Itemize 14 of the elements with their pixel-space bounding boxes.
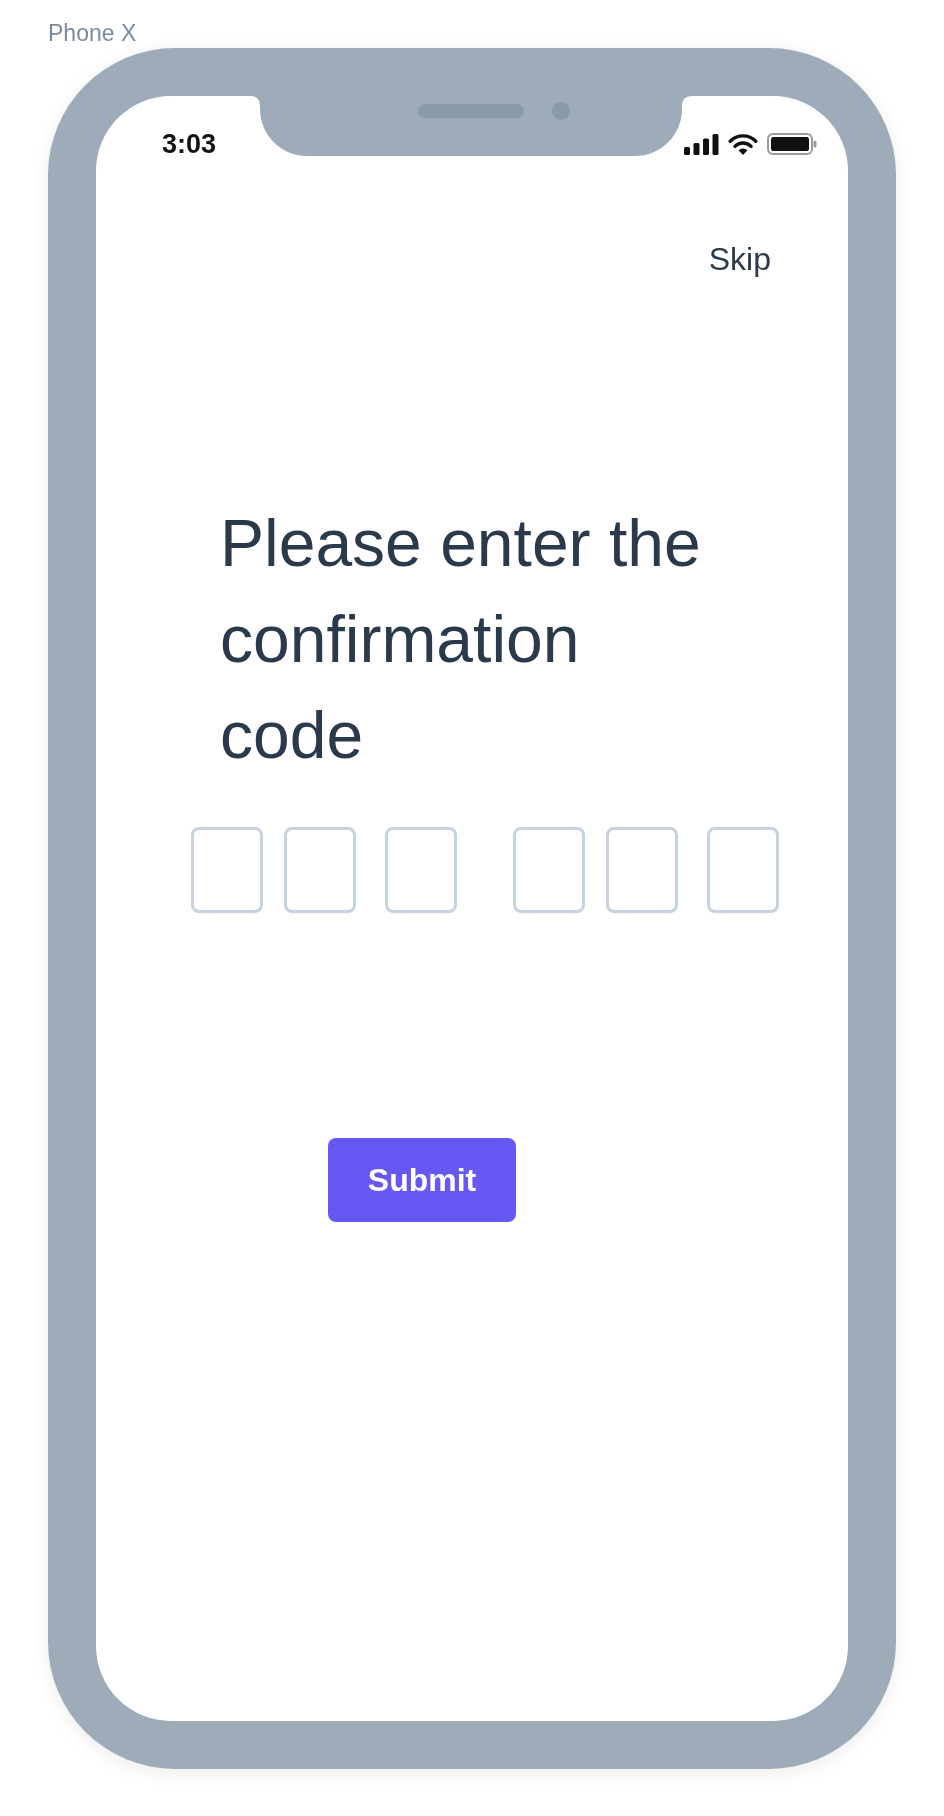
submit-button[interactable]: Submit xyxy=(328,1138,516,1222)
signal-icon xyxy=(684,133,719,155)
code-digit-field[interactable] xyxy=(284,827,356,913)
status-time: 3:03 xyxy=(162,130,217,158)
code-digit-field[interactable] xyxy=(606,827,678,913)
code-digit-field[interactable] xyxy=(513,827,585,913)
wifi-icon xyxy=(728,133,758,155)
page-heading: Please enter the confirmation code xyxy=(220,505,702,774)
device-label: Phone X xyxy=(48,20,137,46)
code-digit-field[interactable] xyxy=(191,827,263,913)
code-digit-field[interactable] xyxy=(385,827,457,913)
skip-link[interactable]: Skip xyxy=(708,243,771,275)
battery-icon xyxy=(767,133,817,155)
code-digit-field[interactable] xyxy=(707,827,779,913)
